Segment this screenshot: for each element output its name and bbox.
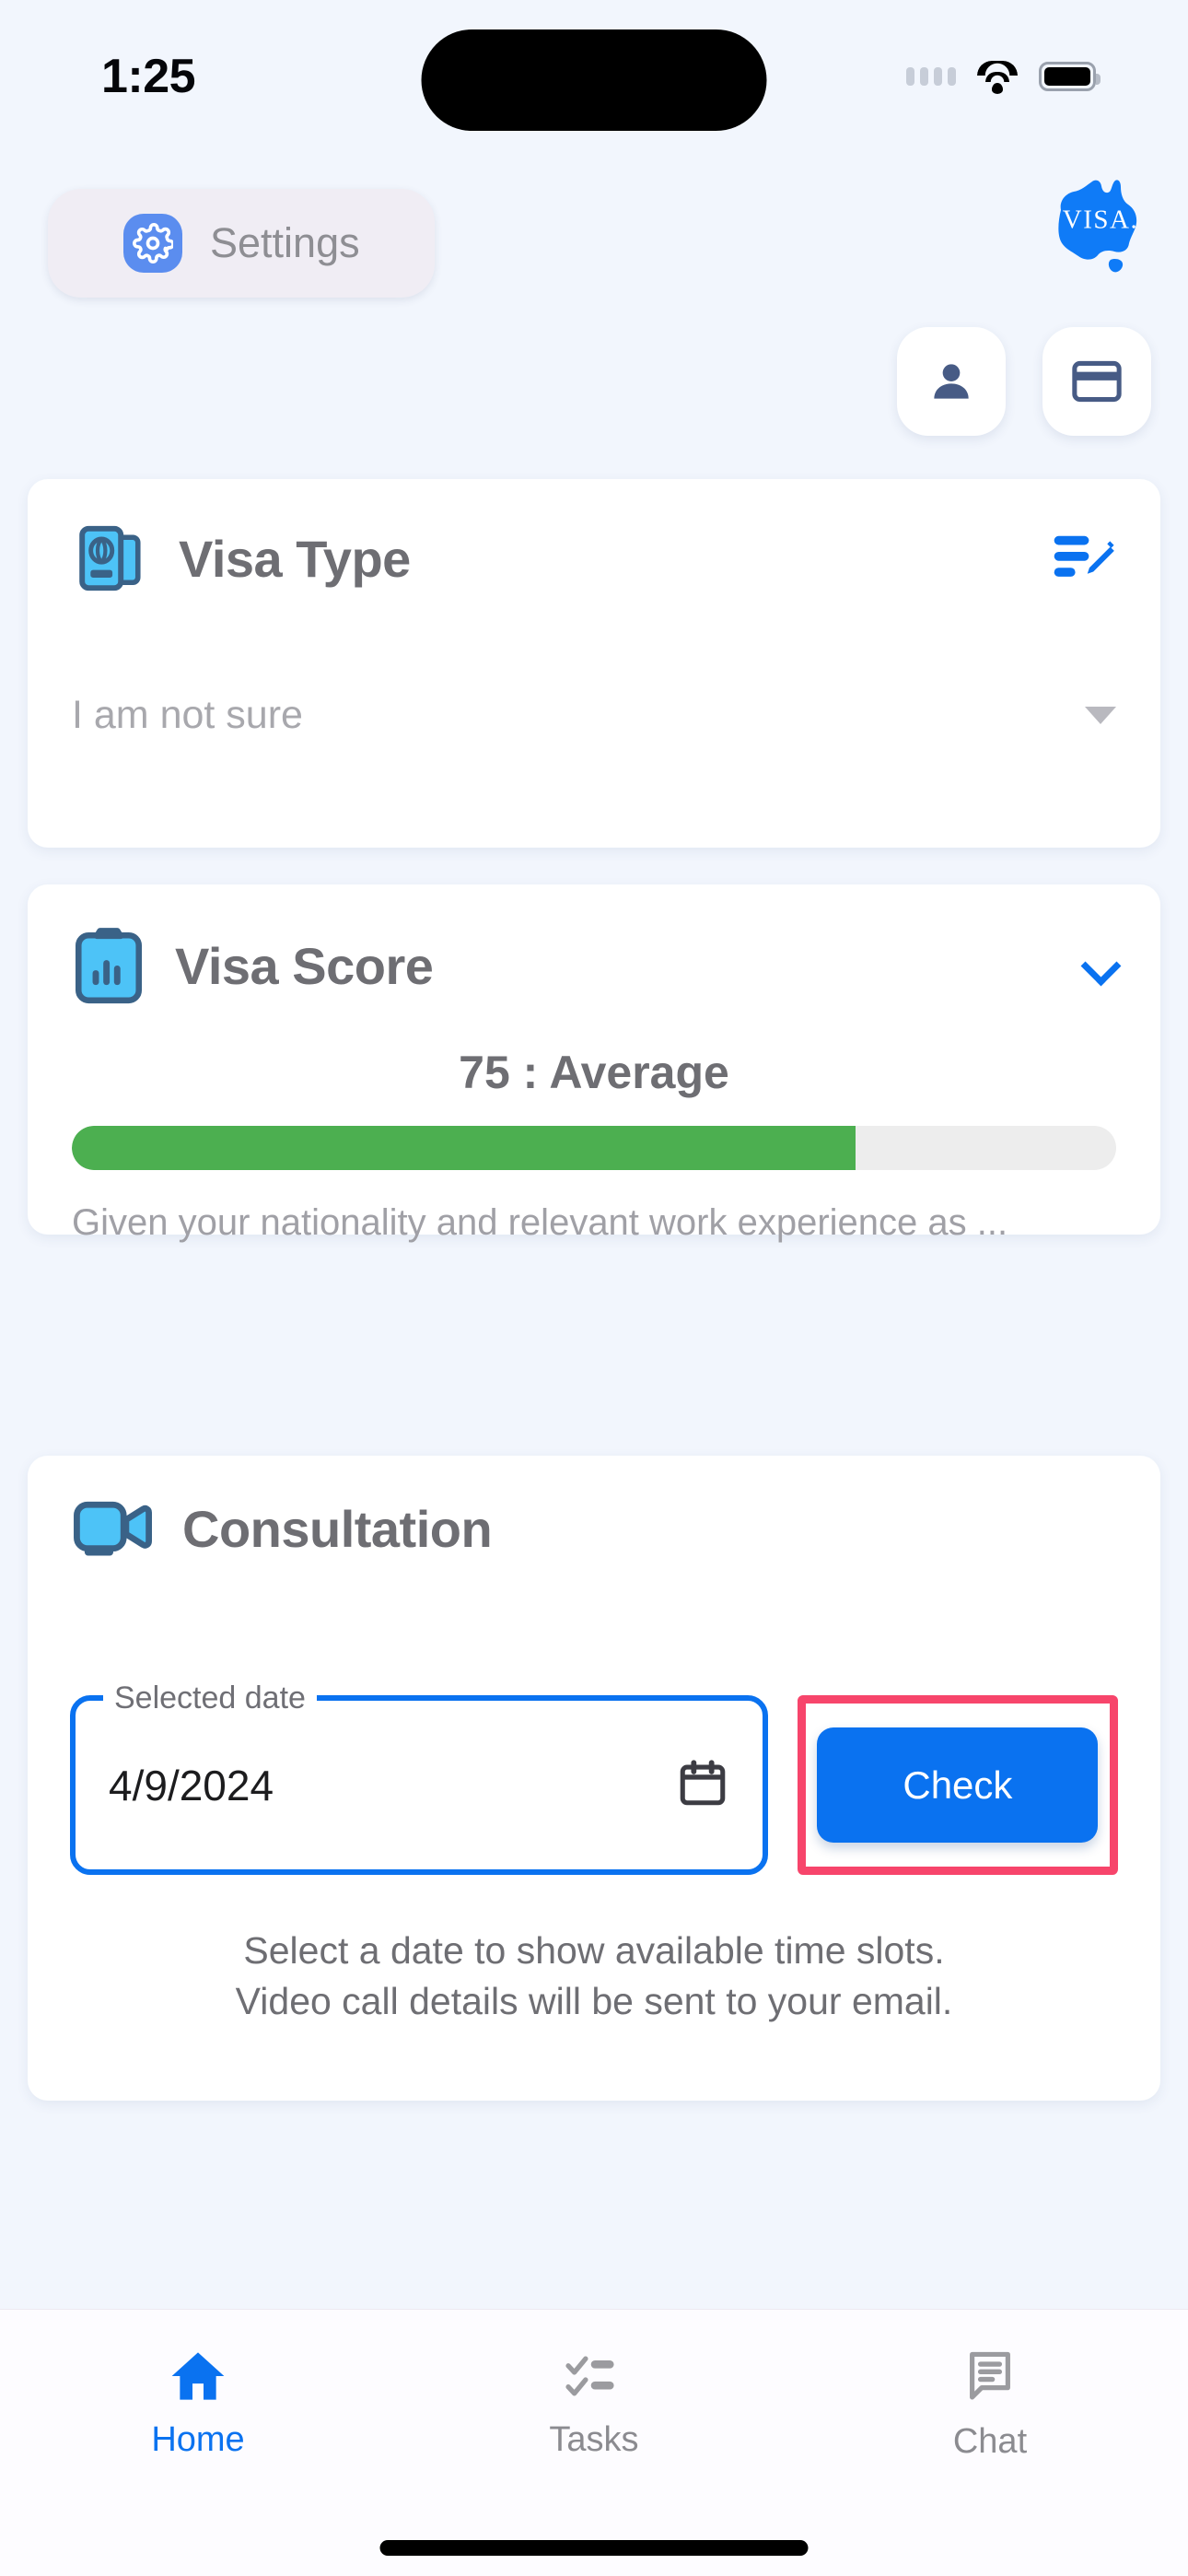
status-time: 1:25 [101,50,196,103]
visa-score-card: Visa Score 75 : Average Given your natio… [28,884,1160,1243]
profile-button[interactable] [897,327,1006,436]
visa-score-value: 75 : Average [459,1047,729,1098]
visa-type-title: Visa Type [179,529,411,588]
home-indicator [379,2540,809,2556]
nav-item-home[interactable]: Home [0,2348,396,2460]
checklist-icon [565,2356,614,2396]
check-button[interactable]: Check [817,1727,1099,1843]
wifi-icon [976,61,1019,94]
clipboard-chart-icon [76,928,142,1004]
status-bar: 1:25 [0,0,1188,147]
consultation-title: Consultation [182,1499,493,1558]
chat-bubble-icon [970,2351,1010,2400]
battery-icon [1039,62,1101,91]
visa-score-card-header: Visa Score [28,884,1160,1006]
consultation-card-header: Consultation [28,1456,1160,1561]
bottom-navigation: Home Tasks Chat [0,2309,1188,2576]
settings-button-label: Settings [210,219,360,266]
credit-card-icon [1072,360,1122,403]
visa-score-description: Given your nationality and relevant work… [72,1202,1008,1243]
consultation-card: Consultation Selected date 4/9/2024 Chec… [28,1456,1160,2101]
selected-date-input[interactable]: Selected date 4/9/2024 [70,1680,768,1875]
consultation-note: Select a date to show available time slo… [28,1926,1160,2026]
nav-item-tasks[interactable]: Tasks [396,2348,792,2460]
cellular-dots-icon [906,67,956,86]
visa-score-title: Visa Score [175,936,434,995]
selected-date-value: 4/9/2024 [109,1761,274,1809]
nav-label-tasks: Tasks [549,2420,639,2459]
consultation-note-line-2: Video call details will be sent to your … [235,1979,953,2022]
dynamic-island [421,29,767,131]
home-icon [171,2352,225,2400]
top-action-buttons [897,327,1151,436]
nav-item-chat[interactable]: Chat [792,2348,1188,2462]
chevron-down-icon[interactable] [1085,950,1116,981]
passport-icon [79,525,141,591]
consultation-note-line-1: Select a date to show available time slo… [243,1929,945,1972]
visa-score-progress-fill [72,1126,856,1170]
visa-type-selected-value: I am not sure [72,693,303,737]
status-indicators [906,61,1101,94]
calendar-icon[interactable] [676,1756,729,1814]
video-camera-icon [74,1501,152,1556]
logo-text: VISA. [1062,205,1139,235]
nav-label-chat: Chat [952,2422,1028,2461]
selected-date-label: Selected date [103,1680,317,1716]
gear-icon [123,214,182,273]
visa-type-card: Visa Type I am not sure [28,479,1160,848]
app-logo: VISA. [1041,166,1160,281]
caret-down-icon [1085,707,1116,724]
check-button-highlight: Check [797,1695,1118,1875]
edit-list-icon[interactable] [1052,531,1116,586]
visa-type-select[interactable]: I am not sure [72,693,1116,738]
consultation-date-row: Selected date 4/9/2024 Check [70,1680,1118,1875]
settings-button[interactable]: Settings [48,189,435,298]
visa-score-progress-bar [72,1126,1116,1170]
person-icon [934,364,969,399]
payment-card-button[interactable] [1042,327,1151,436]
visa-type-card-header: Visa Type [28,479,1160,597]
nav-label-home: Home [151,2420,245,2459]
